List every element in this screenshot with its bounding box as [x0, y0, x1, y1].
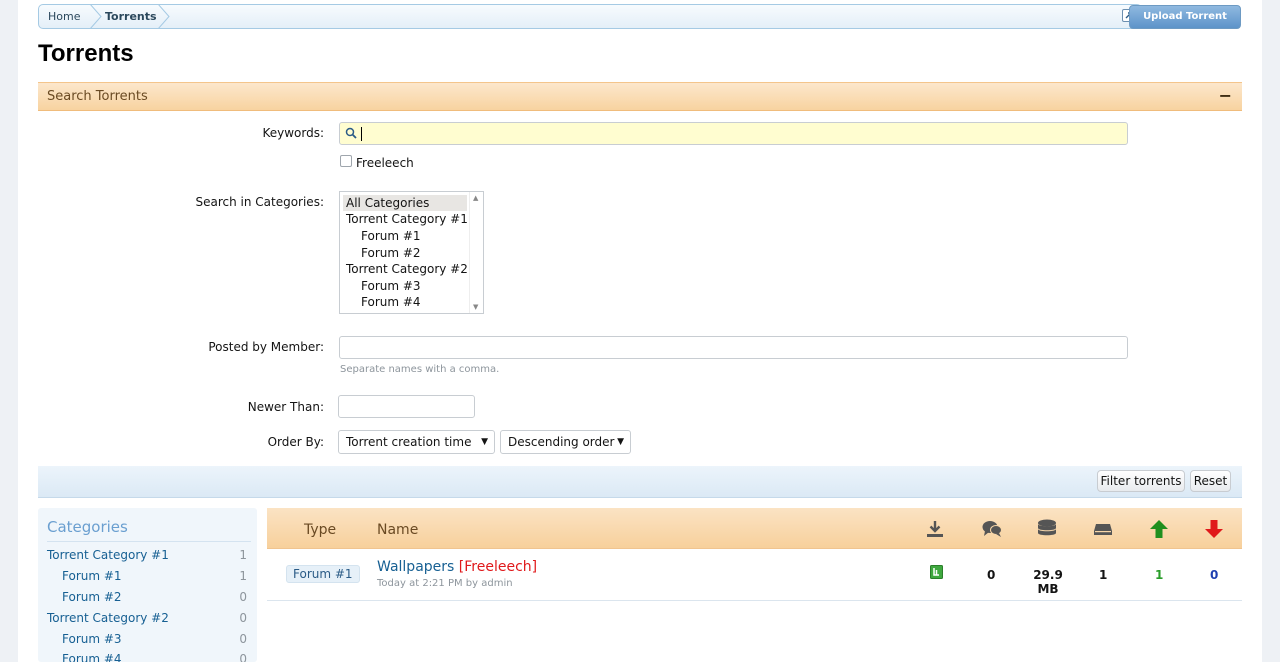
seeders-count: 1: [1155, 568, 1164, 582]
torrent-title[interactable]: Wallpapers [Freeleech]: [377, 559, 537, 575]
category-option[interactable]: Torrent Category #2: [340, 261, 470, 277]
seeders-icon[interactable]: [1148, 518, 1170, 540]
torrent-name[interactable]: Wallpapers: [377, 559, 454, 575]
sidebar-item-count: 0: [239, 590, 247, 604]
category-option[interactable]: Forum #2: [340, 245, 470, 261]
comments-count: 0: [987, 568, 996, 582]
sidebar-item-forum[interactable]: Forum #4 0: [47, 652, 251, 662]
table-row: Forum #1 Wallpapers [Freeleech] Today at…: [267, 549, 1242, 601]
categories-listbox[interactable]: All Categories Torrent Category #1 Forum…: [339, 191, 484, 314]
sidebar-item-count: 0: [239, 632, 247, 646]
chevron-down-icon: ▼: [481, 437, 488, 447]
search-section-header[interactable]: Search Torrents −: [38, 82, 1242, 111]
sidebar-divider: [47, 541, 251, 542]
page-title: Torrents: [38, 40, 134, 67]
filter-torrents-button[interactable]: Filter torrents: [1097, 470, 1185, 492]
torrent-type-badge[interactable]: Forum #1: [286, 565, 360, 583]
order-field-value: Torrent creation time: [346, 435, 472, 449]
categories-label: Search in Categories:: [195, 195, 324, 209]
leechers-icon[interactable]: [1203, 518, 1225, 540]
text-caret: [361, 127, 362, 141]
sidebar-item-forum[interactable]: Forum #3 0: [47, 632, 251, 650]
sidebar-title: Categories: [47, 518, 128, 536]
filter-bar: [38, 466, 1242, 498]
member-label: Posted by Member:: [208, 340, 324, 354]
newer-than-label: Newer Than:: [247, 400, 324, 414]
download-icon[interactable]: [924, 518, 946, 540]
sidebar-item-count: 1: [239, 569, 247, 583]
page: Home Torrents Upload Torrent Torrents Se…: [18, 0, 1262, 662]
download-file-icon[interactable]: [930, 565, 943, 579]
scroll-up-icon[interactable]: ▲: [473, 194, 478, 202]
keywords-label: Keywords:: [262, 126, 324, 140]
sidebar-item-forum[interactable]: Forum #1 1: [47, 569, 251, 587]
sidebar-item-label[interactable]: Forum #2: [47, 590, 122, 604]
search-section-title: Search Torrents: [47, 89, 148, 104]
order-field-select[interactable]: Torrent creation time ▼: [338, 430, 495, 454]
sidebar-item-count: 1: [239, 548, 247, 562]
column-type[interactable]: Type: [304, 522, 336, 538]
breadcrumb: Home Torrents: [38, 4, 1142, 29]
comments-icon[interactable]: [981, 518, 1003, 540]
upload-torrent-button[interactable]: Upload Torrent: [1129, 5, 1241, 29]
keywords-input[interactable]: [339, 122, 1128, 145]
sidebar-item-label[interactable]: Torrent Category #1: [47, 548, 169, 562]
column-name[interactable]: Name: [377, 522, 418, 538]
leechers-count: 0: [1210, 568, 1219, 582]
sidebar-item-label[interactable]: Forum #3: [47, 632, 122, 646]
sidebar-item-count: 0: [239, 652, 247, 662]
sidebar-item-count: 0: [239, 611, 247, 625]
category-option[interactable]: Forum #1: [340, 228, 470, 244]
sidebar-item-category[interactable]: Torrent Category #2 0: [47, 611, 251, 629]
scroll-down-icon[interactable]: ▼: [473, 303, 478, 311]
freeleech-tag: [Freeleech]: [458, 559, 538, 575]
search-icon: [345, 127, 357, 139]
breadcrumb-separator-icon: [157, 4, 171, 29]
categories-sidebar: Categories Torrent Category #1 1 Forum #1…: [38, 508, 257, 662]
reset-button[interactable]: Reset: [1190, 470, 1231, 492]
collapse-icon[interactable]: −: [1219, 86, 1232, 105]
sidebar-item-label[interactable]: Forum #4: [47, 652, 122, 662]
sidebar-item-category[interactable]: Torrent Category #1 1: [47, 548, 251, 566]
torrents-table-header: Type Name: [267, 508, 1242, 549]
order-by-label: Order By:: [267, 435, 324, 449]
order-direction-select[interactable]: Descending order ▼: [500, 430, 631, 454]
member-input[interactable]: [339, 336, 1128, 359]
newer-than-input[interactable]: [338, 395, 475, 418]
size-icon[interactable]: [1036, 518, 1058, 540]
member-hint: Separate names with a comma.: [340, 364, 500, 375]
completed-count: 1: [1099, 568, 1108, 582]
sidebar-item-label[interactable]: Torrent Category #2: [47, 611, 169, 625]
listbox-scrollbar[interactable]: ▲ ▼: [469, 192, 483, 313]
chevron-down-icon: ▼: [617, 437, 624, 447]
category-option[interactable]: All Categories: [343, 195, 467, 211]
category-option[interactable]: Forum #3: [340, 278, 470, 294]
sidebar-item-forum[interactable]: Forum #2 0: [47, 590, 251, 608]
category-option[interactable]: Torrent Category #1: [340, 211, 470, 227]
sidebar-item-label[interactable]: Forum #1: [47, 569, 122, 583]
order-direction-value: Descending order: [508, 435, 615, 449]
category-option[interactable]: Forum #4: [340, 294, 470, 310]
completed-icon[interactable]: [1092, 518, 1114, 540]
freeleech-label[interactable]: Freeleech: [356, 156, 414, 170]
freeleech-checkbox[interactable]: [340, 155, 352, 167]
torrent-size: 29.9 MB: [1033, 568, 1063, 596]
torrent-meta: Today at 2:21 PM by admin: [377, 578, 513, 589]
